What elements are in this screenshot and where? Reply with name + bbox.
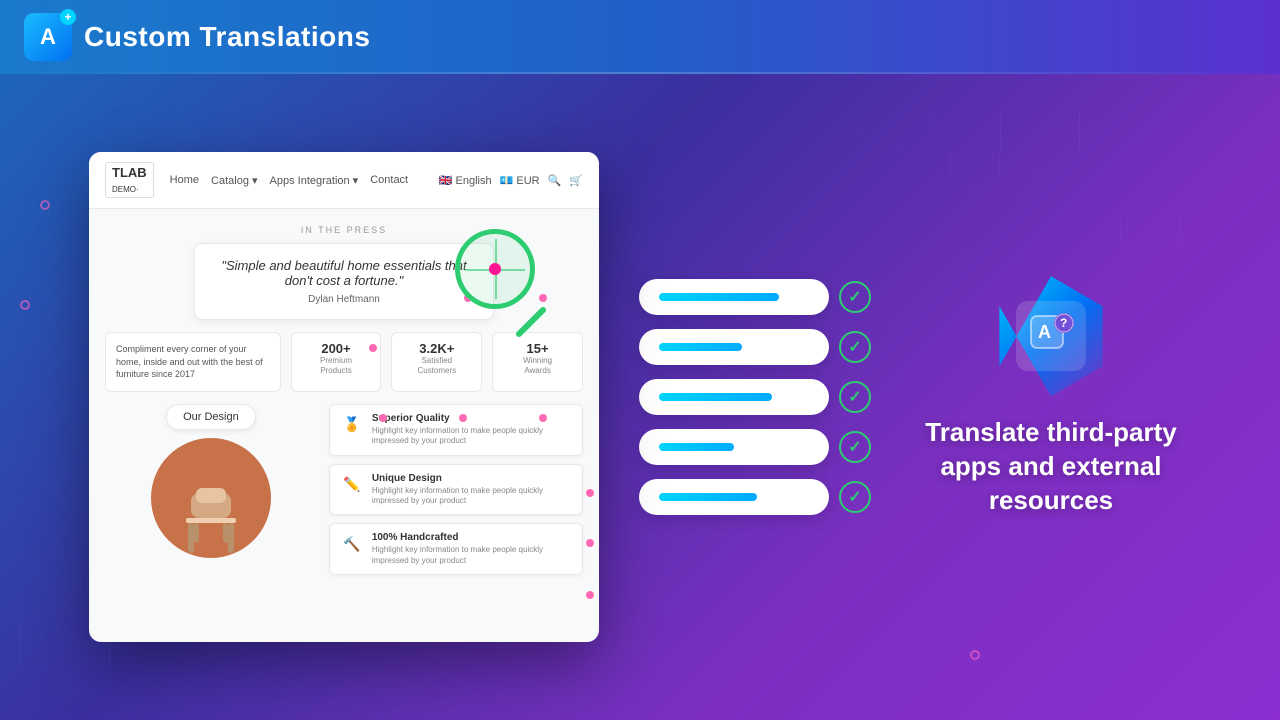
nav-catalog[interactable]: Catalog ▾ bbox=[211, 174, 258, 187]
feature-card-2: ✏️ Unique Design Highlight key informati… bbox=[329, 464, 583, 516]
currency-selector[interactable]: 💶 EUR bbox=[500, 174, 540, 187]
stats-description: Compliment every corner of your home, in… bbox=[105, 332, 281, 392]
svg-text:?: ? bbox=[1060, 316, 1067, 330]
hex-icon: A ? bbox=[991, 276, 1111, 396]
browser-nav-links: Home Catalog ▾ Apps Integration ▾ Contac… bbox=[170, 174, 408, 187]
dot-7 bbox=[369, 344, 377, 352]
app-symbol-svg: A ? bbox=[1026, 311, 1076, 361]
dot-6 bbox=[586, 591, 594, 599]
feature-icon-3: 🔨 bbox=[340, 532, 364, 556]
stat-label-3: WinningAwards bbox=[499, 356, 576, 377]
dot-1 bbox=[379, 414, 387, 422]
stat-item-2: 3.2K+ SatisfiedCustomers bbox=[391, 332, 482, 392]
bar-fill-1 bbox=[659, 293, 779, 301]
cart-icon[interactable]: 🛒 bbox=[569, 174, 583, 187]
feature-desc-3: Highlight key information to make people… bbox=[372, 545, 572, 566]
logo-container: A + Custom Translations bbox=[24, 13, 370, 61]
nav-contact[interactable]: Contact bbox=[370, 174, 408, 187]
press-author: Dylan Heftmann bbox=[215, 294, 473, 305]
stat-number-3: 15+ bbox=[499, 341, 576, 356]
feature-title-2: Unique Design bbox=[372, 473, 572, 484]
translation-row-2: ✓ bbox=[639, 329, 871, 365]
design-section: Our Design bbox=[105, 404, 583, 575]
hex-inner: A ? bbox=[1016, 301, 1086, 371]
app-icon-container: A ? Translate third-party apps and exter… bbox=[911, 276, 1191, 517]
feature-text-3: 100% Handcrafted Highlight key informati… bbox=[372, 532, 572, 566]
check-icon-3: ✓ bbox=[839, 381, 871, 413]
design-right: 🏅 Superior Quality Highlight key informa… bbox=[329, 404, 583, 575]
press-quote-box: "Simple and beautiful home essentials th… bbox=[194, 243, 494, 320]
stat-label-2: SatisfiedCustomers bbox=[398, 356, 475, 377]
page-title: Custom Translations bbox=[84, 21, 370, 53]
nav-apps[interactable]: Apps Integration ▾ bbox=[270, 174, 359, 187]
header-bar: A + Custom Translations bbox=[0, 0, 1280, 74]
bar-fill-3 bbox=[659, 393, 772, 401]
dot-2 bbox=[459, 414, 467, 422]
logo-plus: + bbox=[60, 9, 76, 25]
translation-row-5: ✓ bbox=[639, 479, 871, 515]
bar-container-3 bbox=[639, 379, 829, 415]
chair-circle bbox=[151, 438, 271, 558]
translation-row-1: ✓ bbox=[639, 279, 871, 315]
tagline-text: Translate third-party apps and external … bbox=[911, 416, 1191, 517]
stat-label-1: PremiumProducts bbox=[298, 356, 375, 377]
logo-icon: A + bbox=[24, 13, 72, 61]
chair-illustration bbox=[166, 458, 256, 558]
feature-icon-2: ✏️ bbox=[340, 473, 364, 497]
check-icon-4: ✓ bbox=[839, 431, 871, 463]
translation-bars: ✓ ✓ ✓ ✓ ✓ bbox=[639, 279, 871, 515]
feature-title-3: 100% Handcrafted bbox=[372, 532, 572, 543]
stat-number-1: 200+ bbox=[298, 341, 375, 356]
bar-container-4 bbox=[639, 429, 829, 465]
logo-letter: A bbox=[40, 24, 56, 50]
stat-number-2: 3.2K+ bbox=[398, 341, 475, 356]
stats-row: Compliment every corner of your home, in… bbox=[105, 332, 583, 392]
dot-4 bbox=[586, 489, 594, 497]
magnifier-circle bbox=[455, 229, 535, 309]
search-icon[interactable]: 🔍 bbox=[548, 174, 562, 187]
design-left: Our Design bbox=[105, 404, 317, 575]
feature-desc-2: Highlight key information to make people… bbox=[372, 486, 572, 507]
check-icon-5: ✓ bbox=[839, 481, 871, 513]
magnifier-dot bbox=[489, 263, 501, 275]
browser-nav-right: 🇬🇧 English 💶 EUR 🔍 🛒 bbox=[439, 174, 583, 187]
browser-nav: TLABDEMO· Home Catalog ▾ Apps Integratio… bbox=[89, 152, 599, 209]
feature-desc-1: Highlight key information to make people… bbox=[372, 426, 572, 447]
magnifier bbox=[455, 229, 535, 309]
main-content: TLABDEMO· Home Catalog ▾ Apps Integratio… bbox=[0, 74, 1280, 720]
check-icon-2: ✓ bbox=[839, 331, 871, 363]
browser-logo: TLABDEMO· bbox=[105, 162, 154, 198]
dot-5 bbox=[586, 539, 594, 547]
bar-fill-4 bbox=[659, 443, 734, 451]
lang-selector[interactable]: 🇬🇧 English bbox=[439, 174, 492, 187]
feature-card-1: 🏅 Superior Quality Highlight key informa… bbox=[329, 404, 583, 456]
stat-item-3: 15+ WinningAwards bbox=[492, 332, 583, 392]
press-quote-text: "Simple and beautiful home essentials th… bbox=[215, 258, 473, 288]
translation-row-4: ✓ bbox=[639, 429, 871, 465]
svg-text:A: A bbox=[1038, 322, 1051, 342]
bar-fill-5 bbox=[659, 493, 757, 501]
check-icon-1: ✓ bbox=[839, 281, 871, 313]
feature-text-2: Unique Design Highlight key information … bbox=[372, 473, 572, 507]
bar-fill-2 bbox=[659, 343, 742, 351]
design-title-badge: Our Design bbox=[166, 404, 256, 430]
stat-item-1: 200+ PremiumProducts bbox=[291, 332, 382, 392]
dot-3 bbox=[539, 414, 547, 422]
translation-row-3: ✓ bbox=[639, 379, 871, 415]
bar-container-1 bbox=[639, 279, 829, 315]
dot-9 bbox=[539, 294, 547, 302]
browser-mockup: TLABDEMO· Home Catalog ▾ Apps Integratio… bbox=[89, 152, 599, 642]
bar-container-5 bbox=[639, 479, 829, 515]
feature-icon-1: 🏅 bbox=[340, 413, 364, 437]
nav-home[interactable]: Home bbox=[170, 174, 199, 187]
feature-card-3: 🔨 100% Handcrafted Highlight key informa… bbox=[329, 523, 583, 575]
bar-container-2 bbox=[639, 329, 829, 365]
